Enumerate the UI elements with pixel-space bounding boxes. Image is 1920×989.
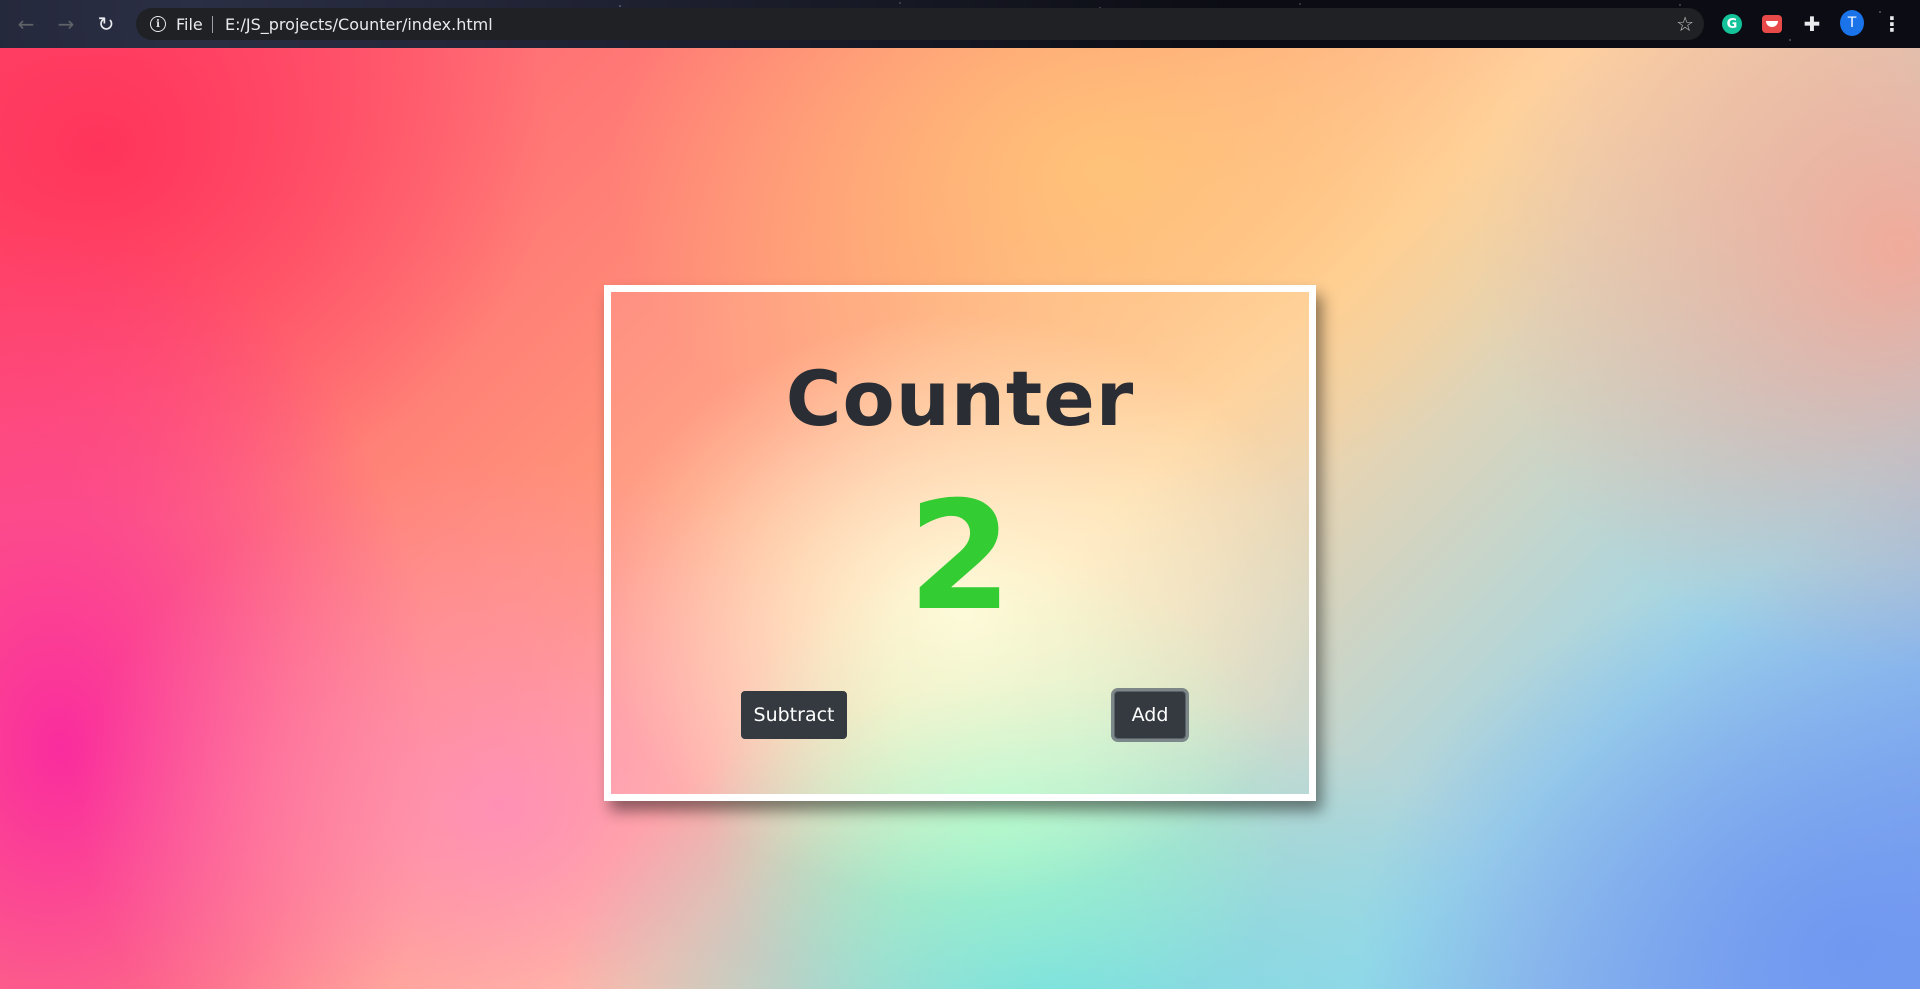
page-viewport: Counter 2 Subtract Add (0, 48, 1920, 989)
browser-menu-button[interactable]: ⋮ (1880, 12, 1904, 36)
address-bar[interactable]: i File E:/JS_projects/Counter/index.html… (136, 8, 1704, 40)
forward-button[interactable]: → (52, 10, 80, 38)
arrow-left-icon: ← (17, 12, 35, 36)
page-title: Counter (785, 354, 1135, 443)
puzzle-icon: ✚ (1803, 12, 1821, 36)
info-icon[interactable]: i (150, 16, 166, 32)
scheme-label: File (176, 15, 203, 34)
subtract-button[interactable]: Subtract (741, 691, 847, 739)
browser-toolbar: ← → ↻ i File E:/JS_projects/Counter/inde… (0, 0, 1920, 48)
profile-button[interactable]: T (1840, 10, 1864, 36)
reload-button[interactable]: ↻ (92, 10, 120, 38)
mouth-extension[interactable] (1760, 12, 1784, 36)
menu-dots-icon: ⋮ (1882, 12, 1902, 36)
counter-card: Counter 2 Subtract Add (604, 285, 1316, 801)
grammarly-icon: G (1722, 14, 1742, 34)
add-button[interactable]: Add (1114, 691, 1186, 739)
avatar: T (1840, 10, 1864, 36)
reload-icon: ↻ (97, 12, 115, 36)
address-divider (212, 16, 213, 33)
extensions-button[interactable]: ✚ (1800, 12, 1824, 36)
back-button[interactable]: ← (12, 10, 40, 38)
url-text[interactable]: E:/JS_projects/Counter/index.html (225, 15, 493, 34)
grammarly-extension[interactable]: G (1720, 12, 1744, 36)
mouth-icon (1762, 15, 1782, 33)
counter-value: 2 (907, 470, 1013, 644)
arrow-right-icon: → (57, 12, 75, 36)
star-icon[interactable]: ☆ (1676, 12, 1694, 36)
